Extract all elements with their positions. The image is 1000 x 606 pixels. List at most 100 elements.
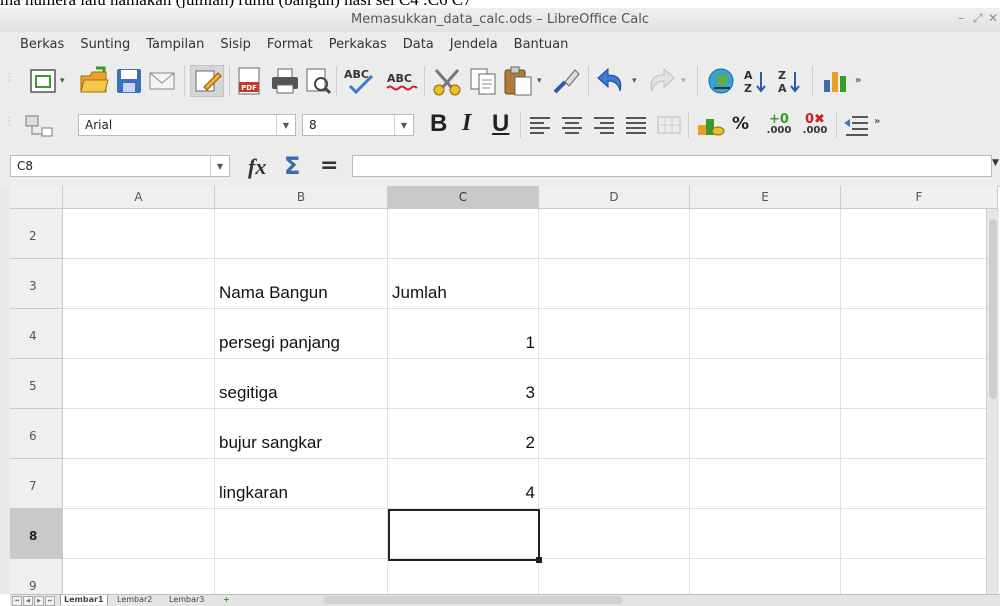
menu-tampilan[interactable]: Tampilan	[146, 37, 204, 52]
cell-b5[interactable]: segitiga	[215, 359, 388, 409]
print-icon[interactable]	[270, 67, 300, 95]
cell-e5[interactable]	[690, 359, 841, 409]
cell-c6[interactable]: 2	[388, 409, 539, 459]
column-header-d[interactable]: D	[539, 186, 690, 209]
menu-data[interactable]: Data	[403, 37, 434, 52]
add-sheet-button[interactable]: +	[220, 595, 233, 605]
cell-e6[interactable]	[690, 409, 841, 459]
sum-button[interactable]: Σ	[284, 152, 300, 180]
align-right-icon[interactable]	[592, 114, 616, 136]
cell-d9[interactable]	[539, 559, 690, 594]
cell-f5[interactable]	[841, 359, 998, 409]
paste-dropdown-icon[interactable]: ▾	[537, 76, 542, 86]
font-name-combo[interactable]: Arial ▼	[78, 114, 296, 136]
cell-b7[interactable]: lingkaran	[215, 459, 388, 509]
sheet-tab-lembar2[interactable]: Lembar2	[114, 595, 155, 605]
horizontal-scroll-thumb[interactable]	[323, 596, 623, 604]
name-box[interactable]: C8 ▼	[10, 155, 230, 177]
undo-icon[interactable]	[594, 65, 628, 97]
chevron-down-icon[interactable]: ▼	[210, 156, 229, 176]
column-header-b[interactable]: B	[215, 186, 388, 209]
toolbar-overflow-icon[interactable]: »	[874, 116, 880, 127]
cell-a4[interactable]	[63, 309, 215, 359]
row-header-3[interactable]: 3	[10, 259, 63, 309]
italic-button[interactable]: I	[462, 110, 471, 137]
cell-f7[interactable]	[841, 459, 998, 509]
row-header-9[interactable]: 9	[10, 559, 63, 594]
cell-d2[interactable]	[539, 209, 690, 259]
menu-berkas[interactable]: Berkas	[20, 37, 64, 52]
delete-decimal-button[interactable]: 0✖ .000	[800, 110, 830, 140]
menu-sisip[interactable]: Sisip	[220, 37, 251, 52]
autofill-handle[interactable]	[536, 557, 542, 563]
cell-a2[interactable]	[63, 209, 215, 259]
column-header-f[interactable]: F	[841, 186, 998, 209]
cell-a7[interactable]	[63, 459, 215, 509]
cut-icon[interactable]	[430, 66, 464, 96]
paste-icon[interactable]	[502, 65, 534, 97]
sheet-tab-lembar1[interactable]: Lembar1	[60, 595, 108, 605]
cell-e4[interactable]	[690, 309, 841, 359]
vertical-scrollbar[interactable]	[986, 209, 999, 599]
vertical-scroll-thumb[interactable]	[989, 219, 997, 399]
cell-c5[interactable]: 3	[388, 359, 539, 409]
chevron-down-icon[interactable]: ▼	[276, 115, 295, 135]
expand-formula-icon[interactable]: ▼	[992, 158, 999, 168]
save-icon[interactable]	[115, 67, 143, 95]
sheet-tab-lembar3[interactable]: Lembar3	[166, 595, 207, 605]
align-left-icon[interactable]	[528, 114, 552, 136]
cell-e3[interactable]	[690, 259, 841, 309]
print-preview-icon[interactable]	[304, 67, 332, 95]
underline-button[interactable]: U	[492, 110, 509, 138]
column-header-e[interactable]: E	[690, 186, 841, 209]
cell-e2[interactable]	[690, 209, 841, 259]
cell-c3[interactable]: Jumlah	[388, 259, 539, 309]
add-decimal-button[interactable]: +0 .000	[764, 110, 794, 140]
cell-f2[interactable]	[841, 209, 998, 259]
row-header-6[interactable]: 6	[10, 409, 63, 459]
sort-ascending-icon[interactable]: AZ	[742, 66, 770, 96]
decrease-indent-icon[interactable]	[842, 113, 870, 137]
cell-c4[interactable]: 1	[388, 309, 539, 359]
cell-d7[interactable]	[539, 459, 690, 509]
row-header-4[interactable]: 4	[10, 309, 63, 359]
redo-dropdown-icon[interactable]: ▾	[681, 76, 686, 86]
clone-formatting-icon[interactable]	[551, 66, 583, 96]
cell-a8[interactable]	[63, 509, 215, 559]
menu-jendela[interactable]: Jendela	[450, 37, 498, 52]
sort-descending-icon[interactable]: ZA	[776, 66, 804, 96]
cell-b2[interactable]	[215, 209, 388, 259]
email-icon[interactable]	[148, 69, 178, 93]
cell-b6[interactable]: bujur sangkar	[215, 409, 388, 459]
new-dropdown-icon[interactable]: ▾	[60, 76, 65, 86]
cell-e8[interactable]	[690, 509, 841, 559]
cell-c7[interactable]: 4	[388, 459, 539, 509]
cell-f8[interactable]	[841, 509, 998, 559]
function-equals-button[interactable]: =	[320, 153, 338, 178]
cell-e7[interactable]	[690, 459, 841, 509]
cell-b3[interactable]: Nama Bangun	[215, 259, 388, 309]
cell-f3[interactable]	[841, 259, 998, 309]
export-pdf-icon[interactable]: PDF	[235, 66, 263, 96]
row-header-2[interactable]: 2	[10, 209, 63, 259]
cell-b4[interactable]: persegi panjang	[215, 309, 388, 359]
spellcheck-icon[interactable]: ABC	[342, 66, 378, 96]
cell-f9[interactable]	[841, 559, 998, 594]
menu-sunting[interactable]: Sunting	[80, 37, 130, 52]
row-header-7[interactable]: 7	[10, 459, 63, 509]
justify-icon[interactable]	[624, 114, 648, 136]
minimize-button[interactable]: –	[958, 11, 964, 25]
cell-d6[interactable]	[539, 409, 690, 459]
align-center-icon[interactable]	[560, 114, 584, 136]
cell-f4[interactable]	[841, 309, 998, 359]
bold-button[interactable]: B	[430, 110, 447, 138]
cell-d8[interactable]	[539, 509, 690, 559]
merge-cells-icon[interactable]	[656, 114, 682, 136]
navigator-icon[interactable]	[706, 66, 736, 96]
cell-a6[interactable]	[63, 409, 215, 459]
percent-format-button[interactable]: %	[732, 114, 749, 134]
insert-chart-icon[interactable]	[820, 66, 850, 96]
currency-format-icon[interactable]	[696, 111, 726, 139]
cell-a9[interactable]	[63, 559, 215, 594]
menu-bantuan[interactable]: Bantuan	[514, 37, 569, 52]
